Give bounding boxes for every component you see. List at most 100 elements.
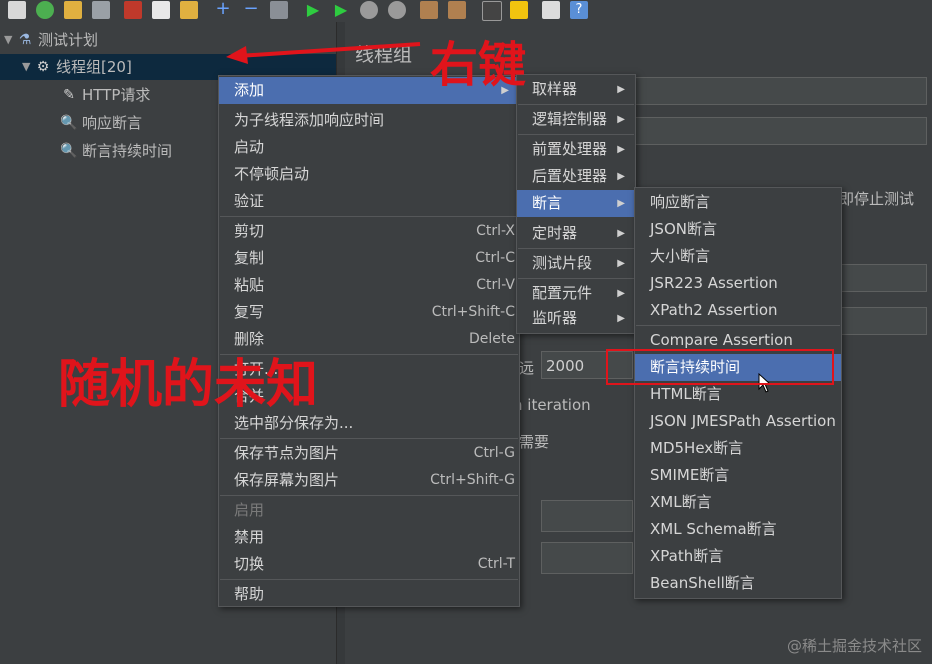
menu-separator — [636, 325, 840, 326]
submenu-arrow-icon: ▶ — [617, 114, 625, 125]
open-icon[interactable] — [64, 1, 82, 19]
assertion-item-xml-schema[interactable]: XML Schema断言 — [635, 516, 841, 543]
menu-separator — [518, 134, 634, 135]
tree-item-response-assertion[interactable]: 🔍 响应断言 — [60, 110, 142, 136]
comments-field[interactable] — [635, 117, 927, 145]
same-user-iteration-label[interactable]: n iteration — [513, 396, 591, 414]
assertion-item-json[interactable]: JSON断言 — [635, 216, 841, 243]
menu-item-validate[interactable]: 验证 — [219, 188, 519, 215]
annotation-arrow-icon — [226, 42, 421, 64]
stop-test-option[interactable]: 即停止测试 — [839, 188, 914, 209]
ramp-up-field[interactable] — [835, 307, 927, 335]
menu-item-paste[interactable]: 粘贴 Ctrl-V — [219, 272, 519, 299]
submenu-item-post-processors[interactable]: 后置处理器 ▶ — [517, 163, 635, 190]
expanded-arrow-icon[interactable]: ▼ — [4, 27, 16, 53]
tree-item-duration-assertion[interactable]: 🔍 断言持续时间 — [60, 138, 172, 164]
expand-icon[interactable]: + — [214, 0, 232, 19]
submenu-item-logic-controllers[interactable]: 逻辑控制器 ▶ — [517, 106, 635, 133]
assertion-item-response[interactable]: 响应断言 — [635, 189, 841, 216]
assertion-item-jsr223[interactable]: JSR223 Assertion — [635, 270, 841, 297]
delay-creation-label[interactable]: 需要 — [519, 431, 549, 452]
assertion-item-xml[interactable]: XML断言 — [635, 489, 841, 516]
menu-item-cut[interactable]: 剪切 Ctrl-X — [219, 218, 519, 245]
function-helper-icon[interactable] — [542, 1, 560, 19]
toolbar: + − ▶ ▶ ? — [0, 0, 932, 23]
submenu-item-test-fragments[interactable]: 测试片段 ▶ — [517, 250, 635, 277]
duration-field[interactable] — [541, 500, 633, 532]
templates-icon[interactable] — [36, 1, 54, 19]
search-icon[interactable] — [482, 1, 502, 21]
assertion-item-xpath2[interactable]: XPath2 Assertion — [635, 297, 841, 324]
name-field[interactable] — [635, 77, 927, 105]
stop-icon[interactable] — [360, 1, 378, 19]
assertion-item-md5hex[interactable]: MD5Hex断言 — [635, 435, 841, 462]
startup-delay-field[interactable] — [541, 542, 633, 574]
menu-item-start[interactable]: 启动 — [219, 134, 519, 161]
assertion-item-xpath[interactable]: XPath断言 — [635, 543, 841, 570]
tree-item-label: 响应断言 — [82, 114, 143, 132]
assertion-item-beanshell[interactable]: BeanShell断言 — [635, 570, 841, 597]
copy-icon[interactable] — [152, 1, 170, 19]
cut-icon[interactable] — [124, 1, 142, 19]
menu-item-disable[interactable]: 禁用 — [219, 524, 519, 551]
assertion-item-json-jmespath[interactable]: JSON JMESPath Assertion — [635, 408, 841, 435]
shutdown-icon[interactable] — [388, 1, 406, 19]
menu-item-save-screen-image[interactable]: 保存屏幕为图片 Ctrl+Shift-G — [219, 467, 519, 494]
help-icon[interactable]: ? — [570, 1, 588, 19]
tree-item-label: 断言持续时间 — [82, 142, 173, 160]
menu-item-copy[interactable]: 复制 Ctrl-C — [219, 245, 519, 272]
flask-icon: ⚗ — [18, 32, 32, 48]
submenu-item-assertions[interactable]: 断言 ▶ — [517, 190, 635, 217]
tree-item-label: 线程组[20] — [56, 58, 132, 76]
gear-icon: ⚙ — [36, 59, 50, 75]
submenu-arrow-icon: ▶ — [617, 198, 625, 209]
expanded-arrow-icon[interactable]: ▼ — [22, 54, 34, 80]
tree-item-test-plan[interactable]: ▼ ⚗ 测试计划 — [4, 27, 98, 53]
submenu-item-listeners[interactable]: 监听器 ▶ — [517, 305, 635, 332]
submenu-item-timers[interactable]: 定时器 ▶ — [517, 220, 635, 247]
start-icon[interactable]: ▶ — [304, 1, 322, 19]
new-icon[interactable] — [8, 1, 26, 19]
assertion-item-size[interactable]: 大小断言 — [635, 243, 841, 270]
tree-item-http-request[interactable]: ✎ HTTP请求 — [60, 82, 150, 108]
submenu-item-samplers[interactable]: 取样器 ▶ — [517, 76, 635, 103]
reset-search-icon[interactable] — [510, 1, 528, 19]
menu-separator — [220, 495, 518, 496]
annotation-highlight-box — [606, 349, 834, 385]
annotation-right-click: 右键 — [430, 37, 527, 93]
menu-item-help[interactable]: 帮助 — [219, 581, 519, 608]
add-submenu: 取样器 ▶ 逻辑控制器 ▶ 前置处理器 ▶ 后置处理器 ▶ 断言 ▶ 定时器 ▶ 测试片段 ▶… — [516, 74, 636, 334]
clear-all-icon[interactable] — [448, 1, 466, 19]
toggle-icon[interactable] — [270, 1, 288, 19]
submenu-item-pre-processors[interactable]: 前置处理器 ▶ — [517, 136, 635, 163]
paste-icon[interactable] — [180, 1, 198, 19]
clear-icon[interactable] — [420, 1, 438, 19]
submenu-arrow-icon: ▶ — [617, 313, 625, 324]
tree-item-label: HTTP请求 — [82, 86, 151, 104]
menu-item-start-no-pause[interactable]: 不停顿启动 — [219, 161, 519, 188]
collapse-icon[interactable]: − — [242, 0, 260, 19]
menu-item-toggle[interactable]: 切换 Ctrl-T — [219, 551, 519, 578]
assertion-item-smime[interactable]: SMIME断言 — [635, 462, 841, 489]
save-icon[interactable] — [92, 1, 110, 19]
start-no-pause-icon[interactable]: ▶ — [332, 1, 350, 19]
tree-item-label: 测试计划 — [38, 31, 99, 49]
assertion-item-html[interactable]: HTML断言 — [635, 381, 841, 408]
menu-separator — [220, 216, 518, 217]
submenu-item-config-elements[interactable]: 配置元件 ▶ — [517, 280, 635, 307]
menu-item-duplicate[interactable]: 复写 Ctrl+Shift-C — [219, 299, 519, 326]
menu-separator — [518, 104, 634, 105]
assertion-submenu: 响应断言 JSON断言 大小断言 JSR223 Assertion XPath2… — [634, 187, 842, 599]
delay-label: 远 — [519, 359, 535, 377]
menu-item-save-node-image[interactable]: 保存节点为图片 Ctrl-G — [219, 440, 519, 467]
magnifier-icon: 🔍 — [60, 143, 78, 159]
menu-item-add-response-time[interactable]: 为子线程添加响应时间 — [219, 107, 519, 134]
submenu-arrow-icon: ▶ — [617, 258, 625, 269]
submenu-arrow-icon: ▶ — [617, 171, 625, 182]
threads-field[interactable] — [835, 264, 927, 292]
submenu-arrow-icon: ▶ — [617, 288, 625, 299]
context-menu: 添加 ▶ 为子线程添加响应时间 启动 不停顿启动 验证 剪切 Ctrl-X 复制 C… — [218, 75, 520, 607]
annotation-random-unknown: 随机的未知 — [58, 355, 319, 415]
menu-item-enable: 启用 — [234, 501, 265, 519]
menu-separator — [220, 438, 518, 439]
